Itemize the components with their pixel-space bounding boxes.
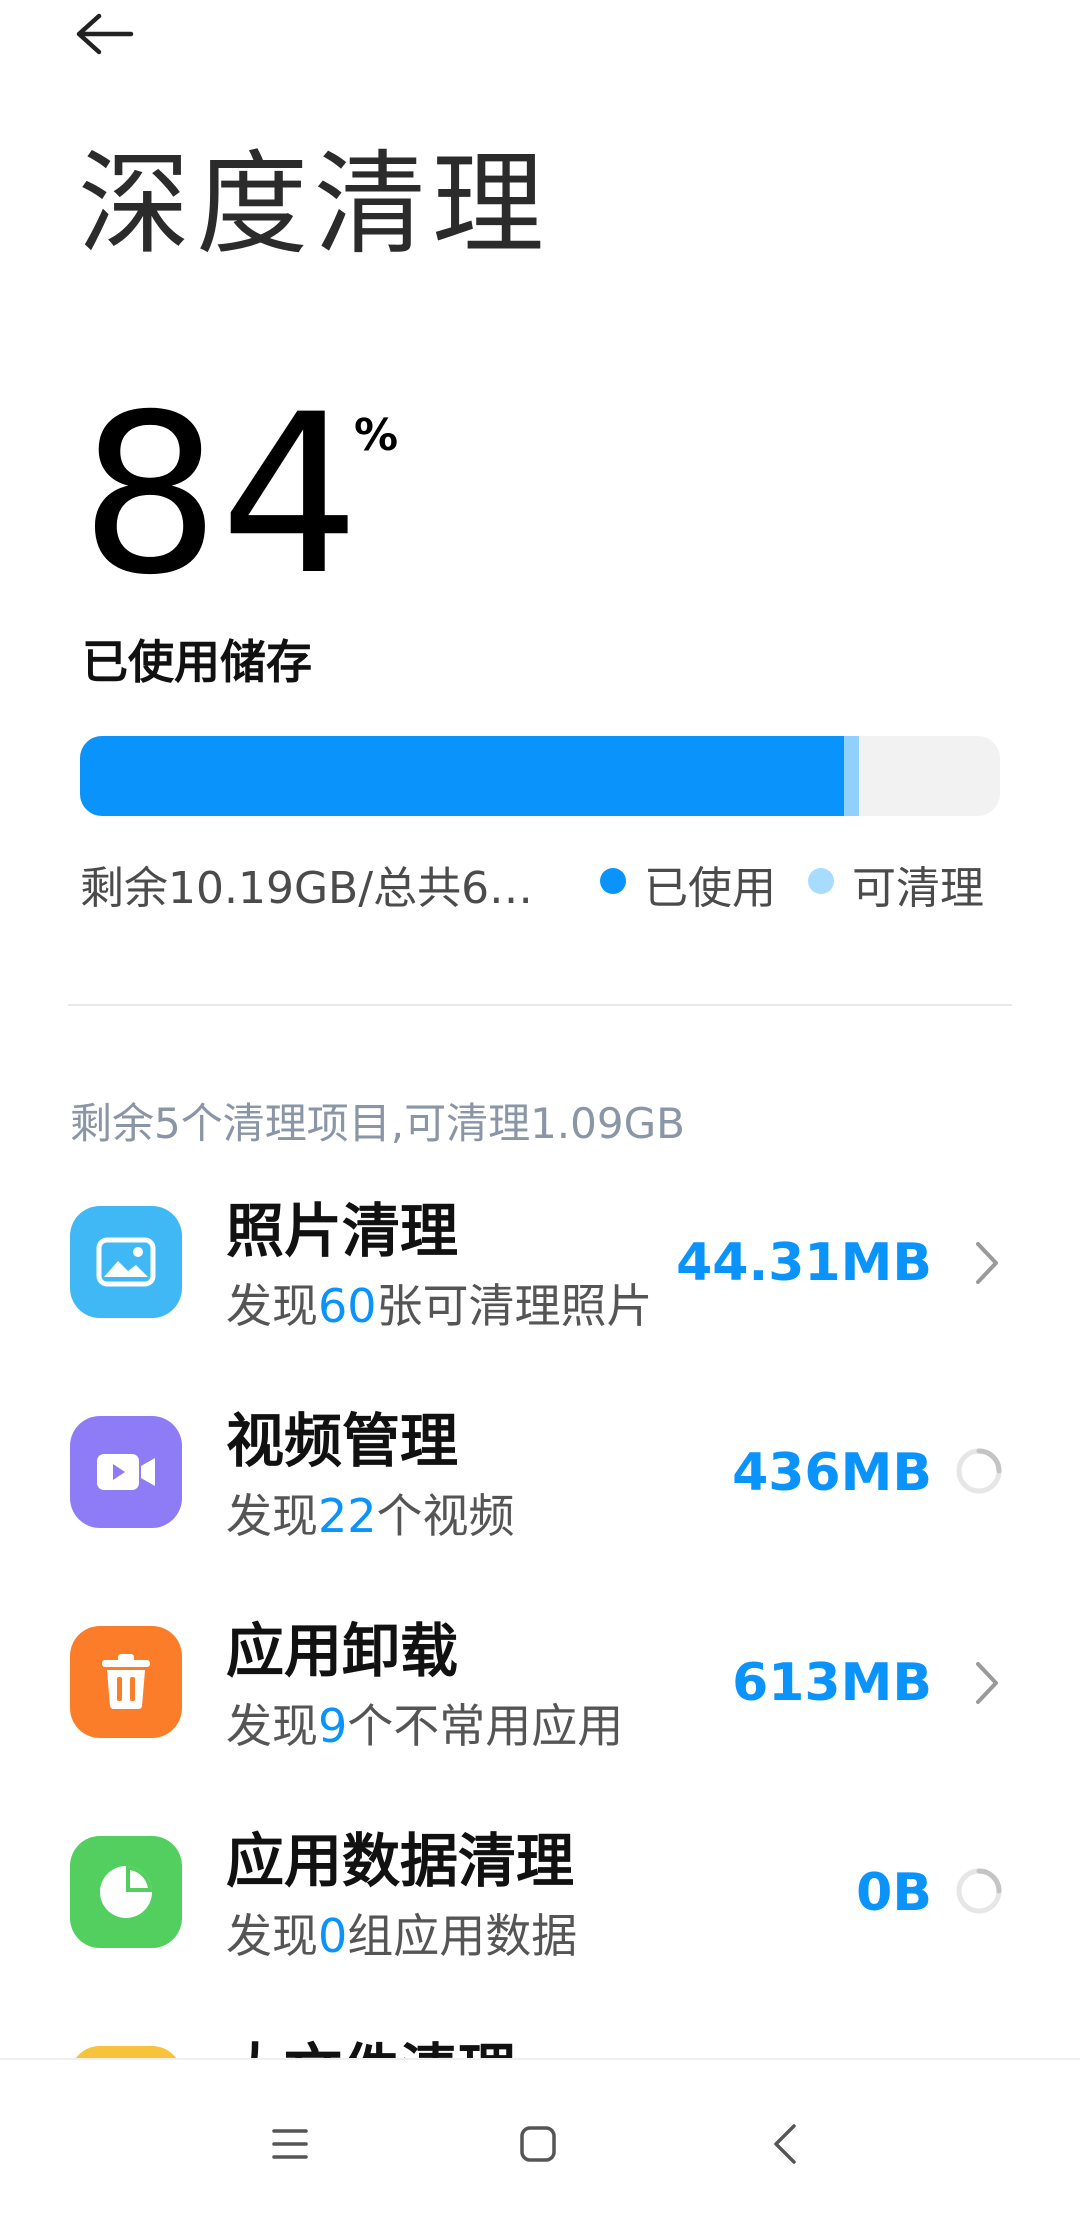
item-title: 视频管理 [226,1407,459,1475]
storage-bar-cleanable [844,736,859,816]
image-icon [70,1206,182,1318]
legend-cleanable-label: 可清理 [852,863,984,914]
page-title: 深度清理 [78,140,550,270]
item-title: 应用卸载 [226,1617,459,1685]
storage-remaining-text: 剩余10.19GB/总共6… [80,863,534,914]
system-back-button[interactable] [750,2114,820,2174]
chevron-right-icon [976,1242,998,1284]
list-item-app-data-cleanup[interactable]: 应用数据清理 发现0组应用数据 0B [0,1806,1080,2006]
system-navigation-bar [0,2058,1080,2219]
legend-cleanable-dot [808,868,834,894]
list-item-video-management[interactable]: 视频管理 发现22个视频 436MB [0,1386,1080,1586]
loading-spinner-icon [956,1868,1002,1914]
section-divider [68,1004,1012,1006]
folder-icon [70,2046,182,2058]
home-icon [520,2126,556,2162]
item-title: 照片清理 [226,1197,459,1265]
loading-spinner-icon [956,1448,1002,1494]
cleanup-summary: 剩余5个清理项目,可清理1.09GB [70,1099,685,1148]
legend-used-dot [600,868,626,894]
video-icon [70,1416,182,1528]
storage-percent-sign: % [354,410,399,461]
legend-used-label: 已使用 [644,863,776,914]
item-title: 应用数据清理 [226,1827,575,1895]
menu-icon [272,2129,308,2159]
item-subtitle: 发现0组应用数据 [226,1909,578,1963]
back-icon [774,2124,796,2164]
storage-percent-value: 84 [80,367,360,623]
item-subtitle: 发现9个不常用应用 [226,1699,624,1753]
list-item-app-uninstall[interactable]: 应用卸载 发现9个不常用应用 613MB [0,1596,1080,1796]
pie-chart-icon [70,1836,182,1948]
chevron-right-icon [976,1662,998,1704]
item-size: 436MB [732,1443,932,1503]
item-subtitle: 发现22个视频 [226,1489,515,1543]
item-size: 0B [856,1863,932,1923]
storage-usage-bar [80,736,1000,816]
item-title: 大文件清理 [226,2036,516,2058]
storage-used-label: 已使用储存 [82,635,312,689]
trash-icon [70,1626,182,1738]
list-item-large-file-cleanup[interactable]: 大文件清理 [0,2016,1080,2058]
back-button[interactable] [70,4,140,64]
storage-bar-used [80,736,844,816]
list-item-photo-cleanup[interactable]: 照片清理 发现60张可清理照片 44.31MB [0,1176,1080,1376]
item-size: 44.31MB [676,1233,932,1293]
item-size: 613MB [732,1653,932,1713]
item-subtitle: 发现60张可清理照片 [226,1279,653,1333]
recent-apps-button[interactable] [255,2114,325,2174]
home-button[interactable] [503,2114,573,2174]
arrow-left-icon [76,13,134,55]
